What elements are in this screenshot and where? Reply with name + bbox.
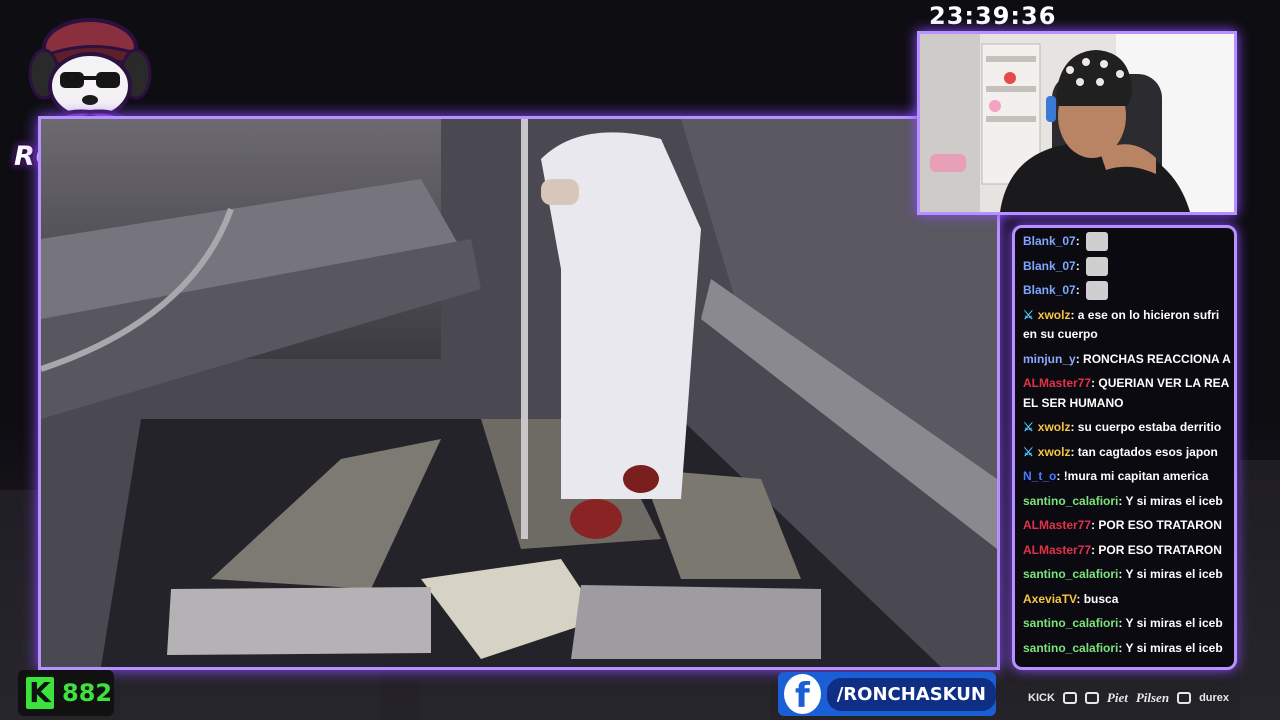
twitch-icon xyxy=(1084,692,1099,704)
chat-text: su cuerpo estaba derritio xyxy=(1077,420,1222,434)
video-scene xyxy=(41,119,997,667)
chat-text: busca xyxy=(1083,591,1119,606)
sponsor-pilsen: Pilsen xyxy=(1135,690,1170,705)
chat-text: RONCHAS REACCIONA A xyxy=(1083,351,1231,366)
facebook-handle: /RONCHASKUN xyxy=(826,677,996,711)
chat-message: Blank_07: xyxy=(1023,256,1234,277)
sponsor-durex: durex xyxy=(1199,692,1230,704)
viewer-count: 882 xyxy=(62,679,113,707)
chat-username[interactable]: santino_calafiori xyxy=(1023,567,1118,581)
webcam-feed[interactable] xyxy=(917,31,1237,215)
sword-badge-icon: ⚔ xyxy=(1023,420,1034,434)
chat-text: Y si miras el iceb xyxy=(1125,616,1223,630)
chat-username[interactable]: Blank_07 xyxy=(1023,259,1076,273)
chat-text: tan cagtados esos japon xyxy=(1077,444,1218,459)
chat-username[interactable]: xwolz xyxy=(1038,308,1071,322)
main-video-player[interactable] xyxy=(38,116,1000,670)
chat-text: POR ESO TRATARON xyxy=(1098,518,1222,532)
stream-clock: 23:39:36 xyxy=(929,2,1057,30)
sponsor-kick: KICK xyxy=(1028,692,1055,704)
kick-viewer-counter: K 882 xyxy=(18,670,114,716)
chat-message: Blank_07: xyxy=(1023,281,1234,301)
chat-message: santino_calafiori: Y si miras el iceb xyxy=(1023,616,1223,630)
discord-icon xyxy=(1062,692,1077,704)
chat-text: Y si miras el iceb xyxy=(1125,493,1223,508)
chat-username[interactable]: minjun_y xyxy=(1023,352,1076,366)
chat-message: N_t_o: !mura mi capitan america xyxy=(1023,469,1209,483)
cat-emote-icon xyxy=(1086,232,1109,252)
chat-username[interactable]: ALMaster77 xyxy=(1023,376,1091,390)
chat-message: ALMaster77: POR ESO TRATARON xyxy=(1023,518,1222,532)
chat-username[interactable]: santino_calafiori xyxy=(1023,494,1118,508)
chat-text: Y si miras el iceb xyxy=(1125,567,1223,581)
chat-username[interactable]: AxeviaTV xyxy=(1023,592,1076,606)
chat-text: POR ESO TRATARON xyxy=(1098,542,1222,557)
chat-username[interactable]: Blank_07 xyxy=(1023,283,1076,297)
kick-icon: K xyxy=(26,677,54,709)
chat-username[interactable]: xwolz xyxy=(1038,420,1071,434)
sponsor-piet: Piet xyxy=(1106,690,1128,705)
facebook-badge[interactable]: f /RONCHASKUN xyxy=(778,672,996,716)
chat-message: ⚔ xwolz: tan cagtados esos japon xyxy=(1023,444,1218,459)
chat-message: santino_calafiori: Y si miras el iceb xyxy=(1023,567,1223,581)
chat-username[interactable]: santino_calafiori xyxy=(1023,616,1118,630)
chat-message: Blank_07: xyxy=(1023,232,1234,252)
chat-message: ⚔ xwolz: su cuerpo estaba derritio xyxy=(1023,420,1222,434)
chat-message: ALMaster77: QUERIAN VER LA REA EL SER HU… xyxy=(1023,376,1229,410)
cat-emote-icon xyxy=(1086,281,1109,301)
chat-username[interactable]: ALMaster77 xyxy=(1023,543,1091,557)
chat-message: minjun_y: RONCHAS REACCIONA A xyxy=(1023,351,1231,366)
chat-message: santino_calafiori: Y si miras el iceb xyxy=(1023,640,1223,655)
webcam-scene xyxy=(920,34,1234,212)
chat-text: !mura mi capitan america xyxy=(1063,469,1209,483)
chat-message: ALMaster77: POR ESO TRATARON xyxy=(1023,542,1222,557)
chat-text: Y si miras el iceb xyxy=(1125,640,1223,655)
chat-username[interactable]: Blank_07 xyxy=(1023,234,1076,248)
chat-panel[interactable]: Blank_07: Blank_07: Blank_07: ⚔ xwolz: a … xyxy=(1012,225,1237,670)
cat-emote-icon xyxy=(1086,256,1109,276)
facebook-icon: f xyxy=(784,674,821,714)
chat-username[interactable]: santino_calafiori xyxy=(1023,641,1118,655)
chat-username[interactable]: ALMaster77 xyxy=(1023,518,1091,532)
sponsor-crest-icon xyxy=(1177,692,1192,704)
sword-badge-icon: ⚔ xyxy=(1023,444,1034,459)
chat-username[interactable]: xwolz xyxy=(1038,445,1071,459)
sponsor-strip: KICK Piet Pilsen durex xyxy=(1028,688,1229,708)
chat-username[interactable]: N_t_o xyxy=(1023,469,1056,483)
chat-message: ⚔ xwolz: a ese on lo hicieron sufri en su… xyxy=(1023,307,1220,342)
sword-badge-icon: ⚔ xyxy=(1023,307,1034,322)
chat-message-list: Blank_07: Blank_07: Blank_07: ⚔ xwolz: a … xyxy=(1023,232,1234,663)
chat-message: santino_calafiori: Y si miras el iceb xyxy=(1023,493,1223,508)
chat-message: AxeviaTV: busca xyxy=(1023,591,1119,606)
